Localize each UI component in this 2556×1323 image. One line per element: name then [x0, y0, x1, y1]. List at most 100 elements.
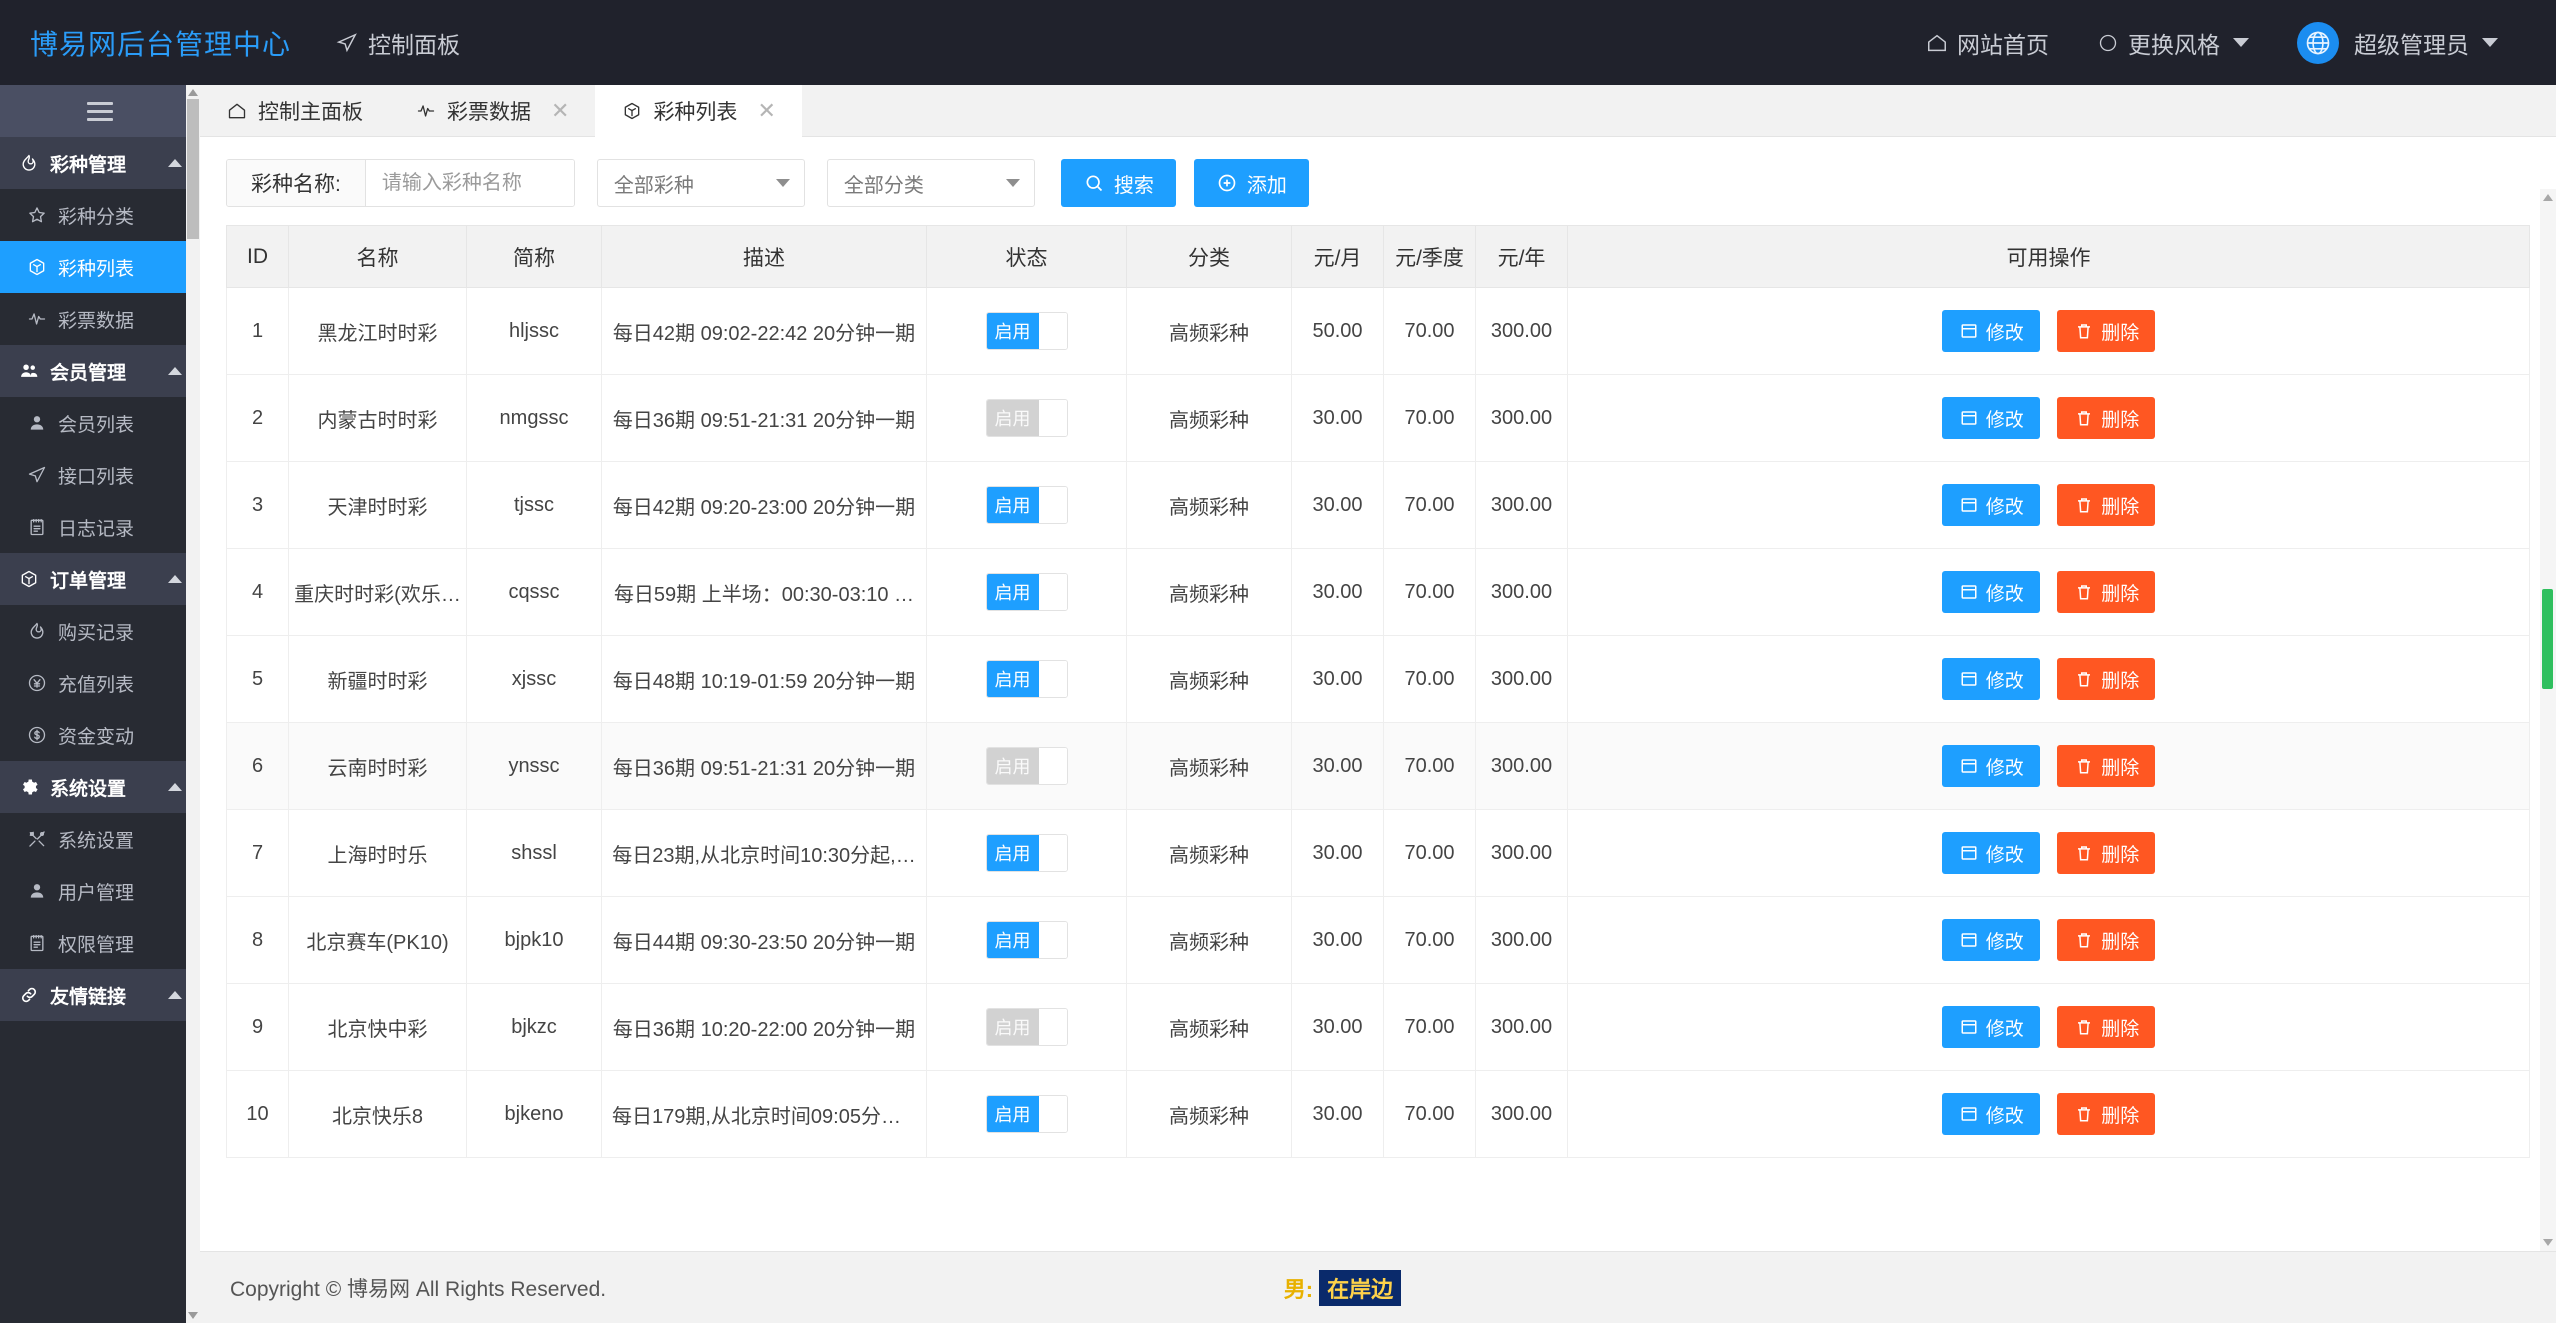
delete-button[interactable]: 删除	[2057, 1093, 2155, 1135]
cell-month: 30.00	[1292, 1071, 1384, 1158]
search-button[interactable]: 搜索	[1061, 159, 1176, 207]
cell-actions: 修改 删除	[1568, 810, 2530, 897]
sidebar-item-1-0[interactable]: 会员列表	[0, 397, 200, 449]
sidebar-group-0[interactable]: 彩种管理	[0, 137, 200, 189]
edit-button[interactable]: 修改	[1942, 919, 2040, 961]
status-toggle[interactable]: 启用	[986, 747, 1068, 785]
sidebar-item-1-2[interactable]: 日志记录	[0, 501, 200, 553]
sidebar-item-2-0[interactable]: 购买记录	[0, 605, 200, 657]
table-header-row: ID名称简称描述状态分类元/月元/季度元/年可用操作	[227, 226, 2530, 288]
chevron-down-icon	[1006, 179, 1020, 187]
name-filter-group: 彩种名称:	[226, 159, 575, 207]
cell-actions: 修改 删除	[1568, 897, 2530, 984]
edit-button[interactable]: 修改	[1942, 571, 2040, 613]
sidebar-collapse-button[interactable]	[0, 85, 200, 137]
scroll-down-icon[interactable]	[2543, 1239, 2553, 1246]
sidebar-item-0-0[interactable]: 彩种分类	[0, 189, 200, 241]
sidebar-scrollbar[interactable]	[186, 85, 200, 1323]
cell-short: nmgssc	[467, 375, 602, 462]
delete-button[interactable]: 删除	[2057, 832, 2155, 874]
status-toggle-label: 启用	[987, 400, 1039, 436]
trash-icon	[2073, 929, 2095, 951]
sidebar-item-1-1[interactable]: 接口列表	[0, 449, 200, 501]
tab-0[interactable]: 控制主面板	[200, 85, 389, 136]
edit-button[interactable]: 修改	[1942, 310, 2040, 352]
scroll-up-icon[interactable]	[188, 89, 198, 96]
status-toggle[interactable]: 启用	[986, 486, 1068, 524]
status-toggle[interactable]: 启用	[986, 1095, 1068, 1133]
cell-name: 上海时时乐	[289, 810, 467, 897]
cell-desc: 每日36期 10:20-22:00 20分钟一期	[602, 984, 927, 1071]
sidebar-item-0-1[interactable]: 彩种列表	[0, 241, 200, 293]
nav-user-menu[interactable]: 超级管理员	[2273, 22, 2522, 64]
cell-quarter: 70.00	[1384, 288, 1476, 375]
lottery-table: ID名称简称描述状态分类元/月元/季度元/年可用操作 1黑龙江时时彩hljssc…	[226, 225, 2530, 1158]
category-select[interactable]: 全部分类	[827, 159, 1035, 207]
sidebar-item-2-2[interactable]: 资金变动	[0, 709, 200, 761]
scroll-up-icon[interactable]	[2543, 194, 2553, 201]
sidebar-scroll-thumb[interactable]	[187, 99, 199, 239]
plus-circle-icon	[1216, 172, 1238, 194]
add-button[interactable]: 添加	[1194, 159, 1309, 207]
status-toggle-knob	[1039, 922, 1067, 958]
cell-desc: 每日23期,从北京时间10:30分起,…	[602, 810, 927, 897]
search-input[interactable]	[366, 160, 574, 206]
status-toggle[interactable]: 启用	[986, 573, 1068, 611]
edit-button[interactable]: 修改	[1942, 1006, 2040, 1048]
cell-month: 30.00	[1292, 897, 1384, 984]
nav-change-theme[interactable]: 更换风格	[2073, 26, 2273, 60]
delete-button[interactable]: 删除	[2057, 397, 2155, 439]
cell-id: 2	[227, 375, 289, 462]
edit-button[interactable]: 修改	[1942, 397, 2040, 439]
status-toggle[interactable]: 启用	[986, 399, 1068, 437]
edit-button[interactable]: 修改	[1942, 658, 2040, 700]
sidebar-group-4[interactable]: 友情链接	[0, 969, 200, 1021]
status-toggle-label: 启用	[987, 487, 1039, 523]
sidebar-item-2-1[interactable]: 充值列表	[0, 657, 200, 709]
delete-button[interactable]: 删除	[2057, 310, 2155, 352]
sidebar-item-3-2[interactable]: 权限管理	[0, 917, 200, 969]
status-toggle[interactable]: 启用	[986, 921, 1068, 959]
status-toggle[interactable]: 启用	[986, 312, 1068, 350]
delete-button[interactable]: 删除	[2057, 658, 2155, 700]
content-scroll-thumb[interactable]	[2542, 589, 2553, 689]
delete-button[interactable]: 删除	[2057, 745, 2155, 787]
search-icon	[1083, 172, 1105, 194]
sidebar-group-1[interactable]: 会员管理	[0, 345, 200, 397]
trash-icon	[2073, 320, 2095, 342]
nav-control-panel[interactable]: 控制面板	[320, 26, 476, 60]
sidebar-item-0-2[interactable]: 彩票数据	[0, 293, 200, 345]
delete-button-label: 删除	[2101, 405, 2139, 432]
lottery-table-container: ID名称简称描述状态分类元/月元/季度元/年可用操作 1黑龙江时时彩hljssc…	[200, 225, 2556, 1158]
sidebar-group-3[interactable]: 系统设置	[0, 761, 200, 813]
cell-status: 启用	[927, 984, 1127, 1071]
edit-button[interactable]: 修改	[1942, 484, 2040, 526]
sidebar-item-3-0[interactable]: 系统设置	[0, 813, 200, 865]
edit-button[interactable]: 修改	[1942, 832, 2040, 874]
user-icon	[26, 880, 48, 902]
scroll-down-icon[interactable]	[188, 1312, 198, 1319]
status-toggle[interactable]: 启用	[986, 1008, 1068, 1046]
content-scrollbar[interactable]	[2540, 189, 2556, 1251]
delete-button[interactable]: 删除	[2057, 919, 2155, 961]
delete-button[interactable]: 删除	[2057, 571, 2155, 613]
lottery-type-select[interactable]: 全部彩种	[597, 159, 805, 207]
column-header-6: 元/月	[1292, 226, 1384, 288]
close-icon[interactable]: ✕	[757, 98, 775, 124]
table-row: 4重庆时时彩(欢乐…cqssc每日59期 上半场：00:30-03:10 … 启…	[227, 549, 2530, 636]
sidebar-group-2[interactable]: 订单管理	[0, 553, 200, 605]
edit-button[interactable]: 修改	[1942, 745, 2040, 787]
sidebar-item-3-1[interactable]: 用户管理	[0, 865, 200, 917]
edit-button[interactable]: 修改	[1942, 1093, 2040, 1135]
tab-1[interactable]: 彩票数据✕	[389, 85, 595, 136]
chevron-up-icon	[168, 575, 182, 583]
status-toggle[interactable]: 启用	[986, 834, 1068, 872]
status-toggle[interactable]: 启用	[986, 660, 1068, 698]
delete-button[interactable]: 删除	[2057, 484, 2155, 526]
sidebar-item-label: 购买记录	[58, 618, 134, 645]
tab-2[interactable]: 彩种列表✕	[595, 85, 801, 136]
delete-button[interactable]: 删除	[2057, 1006, 2155, 1048]
chevron-up-icon	[168, 367, 182, 375]
nav-site-home[interactable]: 网站首页	[1902, 26, 2073, 60]
close-icon[interactable]: ✕	[551, 98, 569, 124]
